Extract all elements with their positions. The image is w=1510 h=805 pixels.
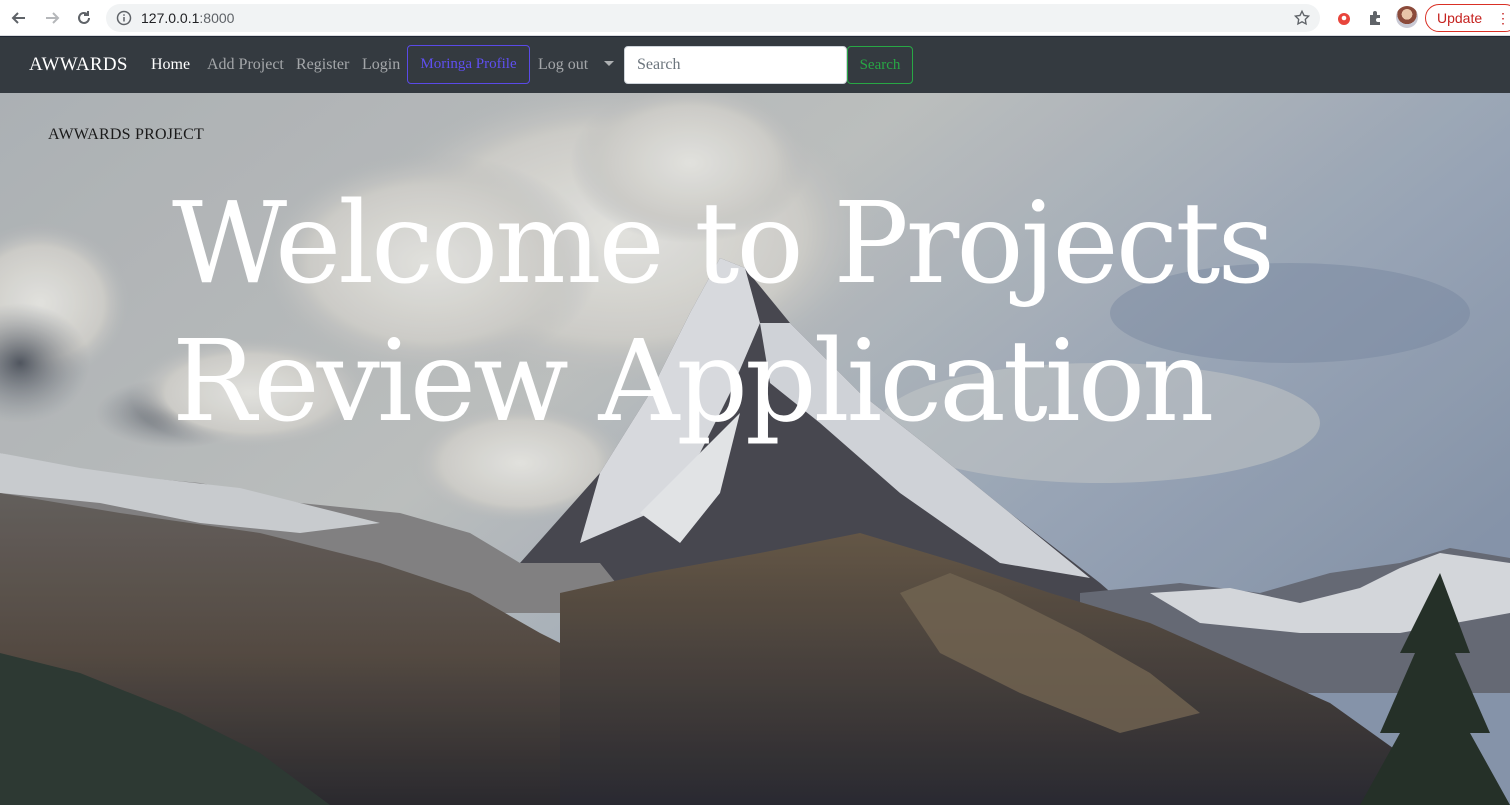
puzzle-extensions-icon[interactable] xyxy=(1363,6,1387,30)
hero-kicker: AWWARDS PROJECT xyxy=(48,126,204,143)
nav-link-register[interactable]: Register xyxy=(296,56,349,74)
nav-link-login[interactable]: Login xyxy=(362,56,400,74)
url-port: :8000 xyxy=(199,10,235,26)
moringa-profile-button[interactable]: Moringa Profile xyxy=(407,45,530,84)
hero-title: Welcome to Projects Review Application xyxy=(172,175,1275,451)
url-host: 127.0.0.1 xyxy=(141,10,200,26)
nav-link-home[interactable]: Home xyxy=(151,56,190,74)
main-navbar: AWWARDS Home Add Project Register Login … xyxy=(0,37,1510,93)
update-label: Update xyxy=(1437,10,1483,26)
extension-icon[interactable] xyxy=(1332,6,1356,30)
search-button[interactable]: Search xyxy=(847,46,913,84)
search-input[interactable] xyxy=(624,46,847,84)
nav-link-add-project[interactable]: Add Project xyxy=(207,56,284,74)
back-arrow-icon[interactable] xyxy=(7,6,31,30)
navbar-brand[interactable]: AWWARDS xyxy=(29,54,128,76)
url-text: 127.0.0.1:8000 xyxy=(141,10,234,26)
hero-title-line-1: Welcome to Projects xyxy=(172,179,1275,309)
site-info-icon[interactable] xyxy=(116,10,132,30)
address-bar[interactable]: 127.0.0.1:8000 xyxy=(106,4,1320,32)
update-button[interactable]: Update ⋮ xyxy=(1425,4,1510,32)
reload-icon[interactable] xyxy=(72,6,96,30)
hero-title-line-2: Review Application xyxy=(172,317,1214,447)
dropdown-caret-icon[interactable] xyxy=(604,61,614,66)
hero-section: AWWARDS PROJECT Welcome to Projects Revi… xyxy=(0,93,1510,805)
nav-link-logout[interactable]: Log out xyxy=(538,56,588,74)
browser-toolbar: 127.0.0.1:8000 Update ⋮ xyxy=(0,0,1510,36)
profile-avatar[interactable] xyxy=(1396,6,1418,28)
bookmark-star-icon[interactable] xyxy=(1293,9,1311,31)
forward-arrow-icon[interactable] xyxy=(40,6,64,30)
kebab-menu-icon[interactable]: ⋮ xyxy=(1496,5,1510,31)
